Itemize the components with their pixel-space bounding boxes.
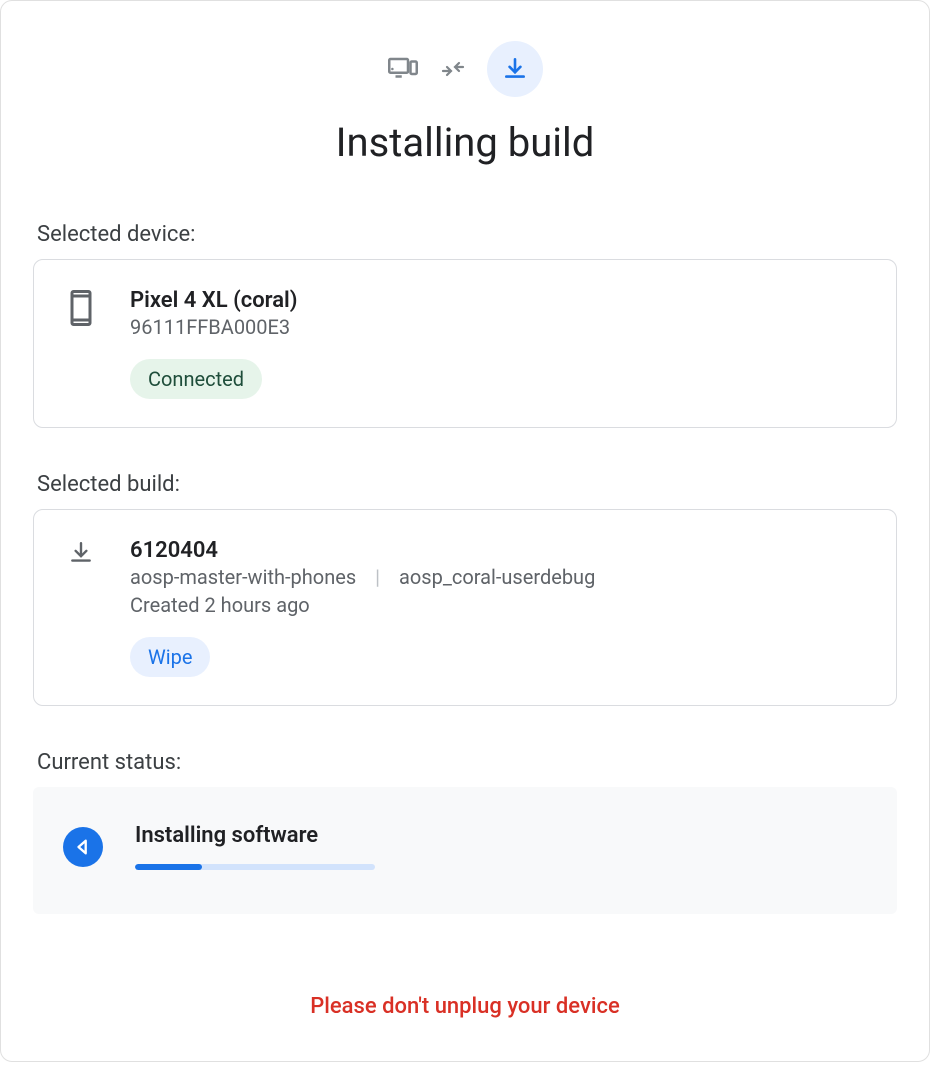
build-target: aosp_coral-userdebug xyxy=(399,565,595,589)
build-created: Created 2 hours ago xyxy=(130,593,866,617)
build-card: 6120404 aosp-master-with-phones | aosp_c… xyxy=(33,509,897,706)
page-title: Installing build xyxy=(33,119,897,166)
device-status-badge: Connected xyxy=(130,359,262,399)
installer-panel: Installing build Selected device: Pixel … xyxy=(0,0,930,1062)
build-meta: aosp-master-with-phones | aosp_coral-use… xyxy=(130,565,866,589)
device-card: Pixel 4 XL (coral) 96111FFBA000E3 Connec… xyxy=(33,259,897,428)
selected-build-label: Selected build: xyxy=(33,472,897,497)
separator: | xyxy=(375,565,380,589)
download-icon xyxy=(64,538,98,566)
build-branch: aosp-master-with-phones xyxy=(130,565,356,589)
connect-step-icon xyxy=(437,53,469,85)
build-id: 6120404 xyxy=(130,538,866,563)
status-spinner-icon xyxy=(63,827,103,867)
unplug-warning: Please don't unplug your device xyxy=(33,994,897,1019)
stepper xyxy=(33,41,897,97)
device-name: Pixel 4 XL (coral) xyxy=(130,288,866,313)
progress-bar xyxy=(135,864,202,870)
devices-step-icon xyxy=(387,53,419,85)
wipe-badge: Wipe xyxy=(130,637,210,677)
selected-device-label: Selected device: xyxy=(33,222,897,247)
status-panel: Installing software xyxy=(33,787,897,914)
progress-track xyxy=(135,864,375,870)
download-step-icon xyxy=(487,41,543,97)
phone-icon xyxy=(64,288,98,326)
device-serial: 96111FFBA000E3 xyxy=(130,315,866,339)
status-title: Installing software xyxy=(135,823,867,848)
current-status-label: Current status: xyxy=(33,750,897,775)
